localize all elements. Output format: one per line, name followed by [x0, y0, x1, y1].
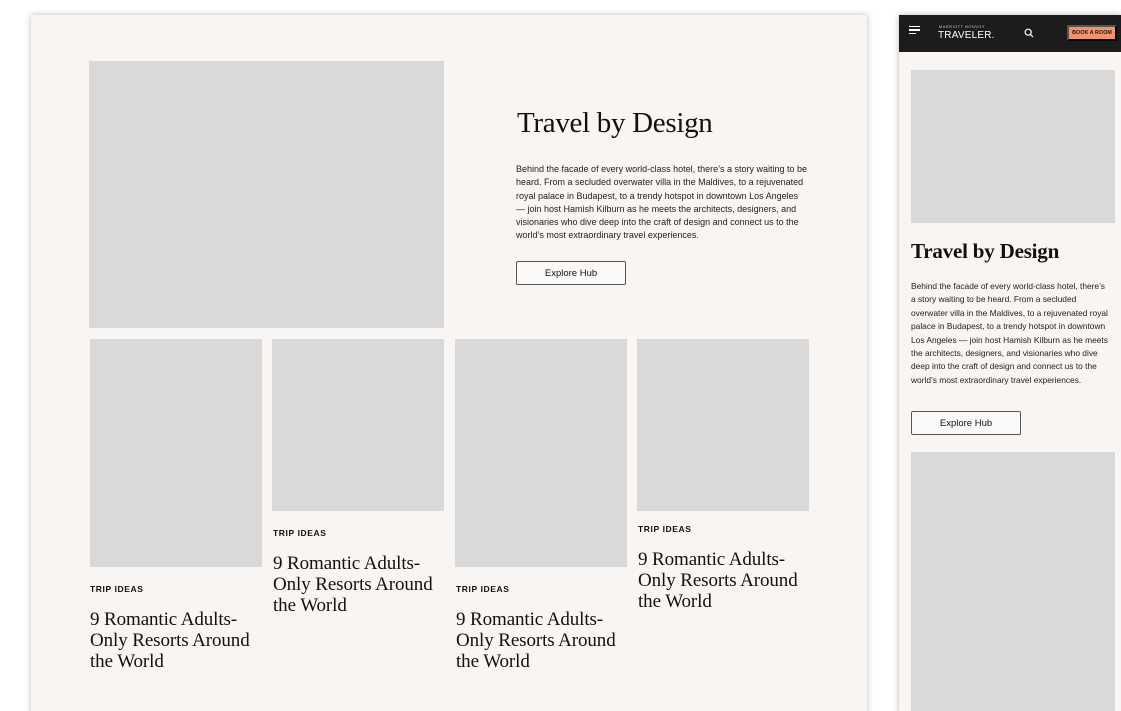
card-image-placeholder[interactable] — [911, 452, 1115, 711]
explore-hub-button[interactable]: Explore Hub — [516, 261, 626, 285]
desktop-artboard: Travel by Design Behind the facade of ev… — [31, 15, 867, 711]
mobile-artboard: MARRIOTT BONVOY TRAVELER. BOOK A ROOM Tr… — [899, 15, 1121, 711]
hero-title: Travel by Design — [517, 107, 713, 139]
card-title[interactable]: 9 Romantic Adults-Only Resorts Around th… — [638, 549, 810, 612]
book-a-room-button[interactable]: BOOK A ROOM — [1067, 25, 1117, 41]
hero-title: Travel by Design — [911, 239, 1060, 263]
card-title[interactable]: 9 Romantic Adults-Only Resorts Around th… — [456, 609, 628, 672]
card-eyebrow: TRIP IDEAS — [273, 528, 327, 538]
card-title[interactable]: 9 Romantic Adults-Only Resorts Around th… — [90, 609, 262, 672]
search-icon[interactable] — [1024, 28, 1034, 38]
card-image-placeholder[interactable] — [90, 339, 262, 567]
mobile-nav-bar: MARRIOTT BONVOY TRAVELER. BOOK A ROOM — [899, 15, 1121, 52]
hero-description: Behind the facade of every world-class h… — [911, 281, 1108, 385]
card-image-placeholder[interactable] — [272, 339, 444, 511]
card-image-placeholder[interactable] — [637, 339, 809, 511]
logo-subtitle: MARRIOTT BONVOY — [939, 25, 986, 29]
card-title[interactable]: 9 Romantic Adults-Only Resorts Around th… — [273, 553, 445, 616]
card-image-placeholder[interactable] — [455, 339, 627, 567]
hero-image-placeholder — [89, 61, 444, 328]
hero-image-placeholder — [911, 70, 1115, 223]
hero-description: Behind the facade of every world-class h… — [516, 164, 807, 241]
menu-icon[interactable] — [909, 26, 920, 34]
card-eyebrow: TRIP IDEAS — [456, 584, 510, 594]
explore-hub-button[interactable]: Explore Hub — [911, 411, 1021, 435]
card-eyebrow: TRIP IDEAS — [90, 584, 144, 594]
card-eyebrow: TRIP IDEAS — [638, 524, 692, 534]
logo[interactable]: TRAVELER. — [938, 30, 995, 41]
